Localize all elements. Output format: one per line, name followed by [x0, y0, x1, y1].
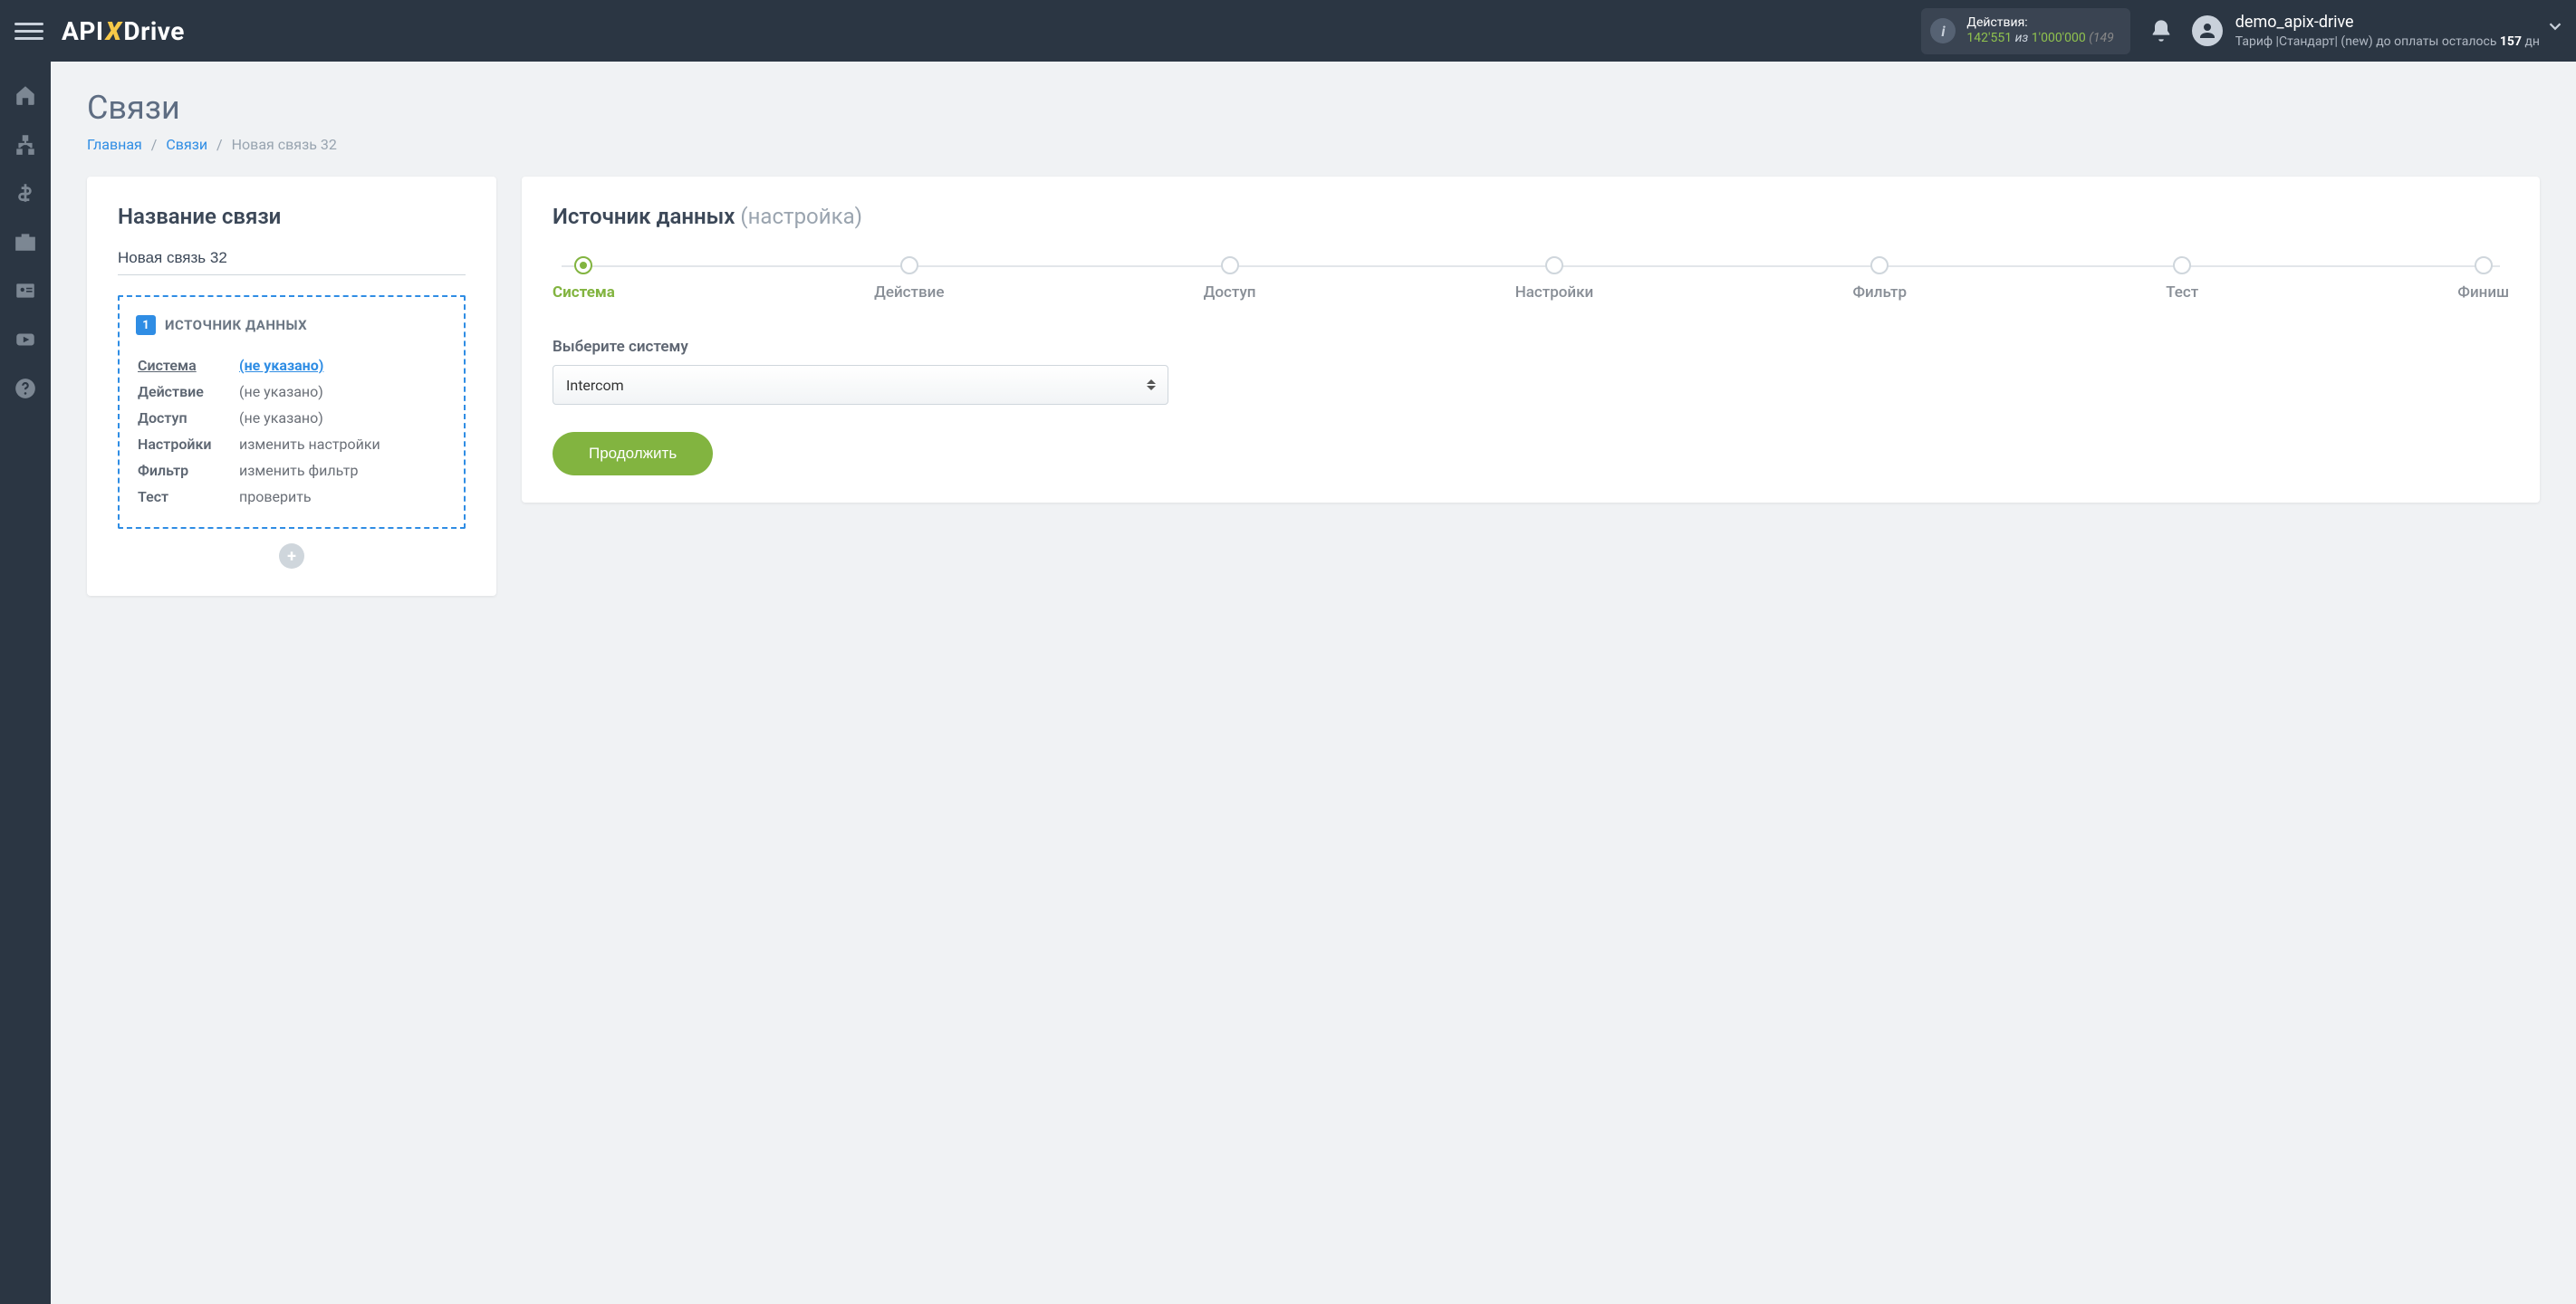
- source-row-value: проверить: [239, 484, 446, 509]
- breadcrumb: Главная / Связи / Новая связь 32: [87, 136, 2540, 153]
- content: Связи Главная / Связи / Новая связь 32 Н…: [51, 62, 2576, 1304]
- step-действие[interactable]: Действие: [874, 256, 944, 302]
- page-title: Связи: [87, 89, 2540, 127]
- crumb-current: Новая связь 32: [232, 136, 337, 153]
- source-row-key: Действие: [138, 379, 237, 404]
- source-rows: Система(не указано)Действие(не указано)Д…: [136, 351, 447, 511]
- step-label: Действие: [874, 283, 944, 302]
- source-row-key: Фильтр: [138, 458, 237, 483]
- sidebar: [0, 62, 51, 1304]
- user-name: demo_apix-drive: [2235, 12, 2540, 33]
- step-label: Финиш: [2457, 283, 2509, 302]
- source-row-key: Тест: [138, 484, 237, 509]
- source-row-key: Система: [138, 353, 237, 378]
- step-label: Настройки: [1515, 283, 1594, 302]
- source-row[interactable]: Настройкиизменить настройки: [138, 432, 446, 456]
- billing-icon[interactable]: [14, 181, 37, 205]
- step-dot: [1221, 256, 1239, 274]
- actions-limit: 1'000'000: [2032, 31, 2086, 45]
- step-label: Тест: [2166, 283, 2198, 302]
- tariff-info: Тариф |Стандарт| (new) до оплаты осталос…: [2235, 34, 2540, 50]
- actions-counter[interactable]: i Действия: 142'551 из 1'000'000 (149: [1921, 8, 2129, 54]
- step-label: Система: [553, 283, 615, 302]
- system-select-label: Выберите систему: [553, 338, 2509, 356]
- source-row-key: Настройки: [138, 432, 237, 456]
- step-тест[interactable]: Тест: [2166, 256, 2198, 302]
- logo[interactable]: APIXDrive: [62, 16, 185, 46]
- actions-rest: (149: [2089, 31, 2114, 45]
- step-финиш[interactable]: Финиш: [2457, 256, 2509, 302]
- source-badge: 1: [136, 315, 156, 335]
- stepper: Система Действие Доступ Настройки Фильтр Тест…: [553, 256, 2509, 302]
- card-source-setup: Источник данных (настройка) Система Дейст…: [522, 177, 2540, 503]
- step-dot: [574, 256, 592, 274]
- add-block-button[interactable]: +: [279, 543, 304, 569]
- card-right-title: Источник данных (настройка): [553, 204, 2509, 229]
- home-icon[interactable]: [14, 83, 37, 107]
- card-connection-name: Название связи 1 ИСТОЧНИК ДАННЫХ Система…: [87, 177, 496, 596]
- logo-drive: Drive: [123, 16, 184, 46]
- step-настройки[interactable]: Настройки: [1515, 256, 1594, 302]
- source-block: 1 ИСТОЧНИК ДАННЫХ Система(не указано)Дей…: [118, 295, 466, 529]
- logo-api: API: [62, 16, 104, 46]
- help-icon[interactable]: [14, 377, 37, 400]
- step-система[interactable]: Система: [553, 256, 615, 302]
- continue-button[interactable]: Продолжить: [553, 432, 713, 475]
- source-row-value: (не указано): [239, 353, 446, 378]
- source-row[interactable]: Доступ(не указано): [138, 406, 446, 430]
- notifications-icon[interactable]: [2148, 18, 2174, 43]
- actions-label: Действия:: [1966, 15, 2113, 32]
- source-row-value: изменить фильтр: [239, 458, 446, 483]
- source-block-title: ИСТОЧНИК ДАННЫХ: [165, 317, 307, 333]
- logo-x: X: [106, 16, 122, 46]
- source-row-value: изменить настройки: [239, 432, 446, 456]
- step-label: Фильтр: [1852, 283, 1907, 302]
- select-caret-icon: [1147, 379, 1156, 390]
- step-фильтр[interactable]: Фильтр: [1852, 256, 1907, 302]
- avatar-icon: [2192, 15, 2223, 46]
- info-icon: i: [1930, 18, 1956, 43]
- source-row[interactable]: Тестпроверить: [138, 484, 446, 509]
- video-icon[interactable]: [14, 328, 37, 351]
- step-доступ[interactable]: Доступ: [1204, 256, 1256, 302]
- source-row[interactable]: Фильтризменить фильтр: [138, 458, 446, 483]
- briefcase-icon[interactable]: [14, 230, 37, 254]
- step-dot: [1545, 256, 1563, 274]
- actions-count: 142'551: [1966, 31, 2012, 45]
- card-left-title: Название связи: [118, 204, 466, 229]
- source-row-key: Доступ: [138, 406, 237, 430]
- connection-name-input[interactable]: [118, 245, 466, 275]
- source-row[interactable]: Система(не указано): [138, 353, 446, 378]
- step-label: Доступ: [1204, 283, 1256, 302]
- crumb-home[interactable]: Главная: [87, 136, 142, 153]
- step-dot: [1870, 256, 1889, 274]
- step-dot: [2475, 256, 2493, 274]
- source-row[interactable]: Действие(не указано): [138, 379, 446, 404]
- topbar: APIXDrive i Действия: 142'551 из 1'000'0…: [0, 0, 2576, 62]
- source-row-value: (не указано): [239, 406, 446, 430]
- step-dot: [2173, 256, 2191, 274]
- chevron-down-icon[interactable]: [2545, 16, 2565, 36]
- connections-icon[interactable]: [14, 132, 37, 156]
- menu-toggle[interactable]: [14, 16, 43, 45]
- id-card-icon[interactable]: [14, 279, 37, 302]
- source-row-value: (не указано): [239, 379, 446, 404]
- user-menu[interactable]: demo_apix-drive Тариф |Стандарт| (new) д…: [2192, 12, 2540, 50]
- step-dot: [900, 256, 918, 274]
- system-select[interactable]: Intercom: [553, 365, 1168, 405]
- crumb-links[interactable]: Связи: [166, 136, 207, 153]
